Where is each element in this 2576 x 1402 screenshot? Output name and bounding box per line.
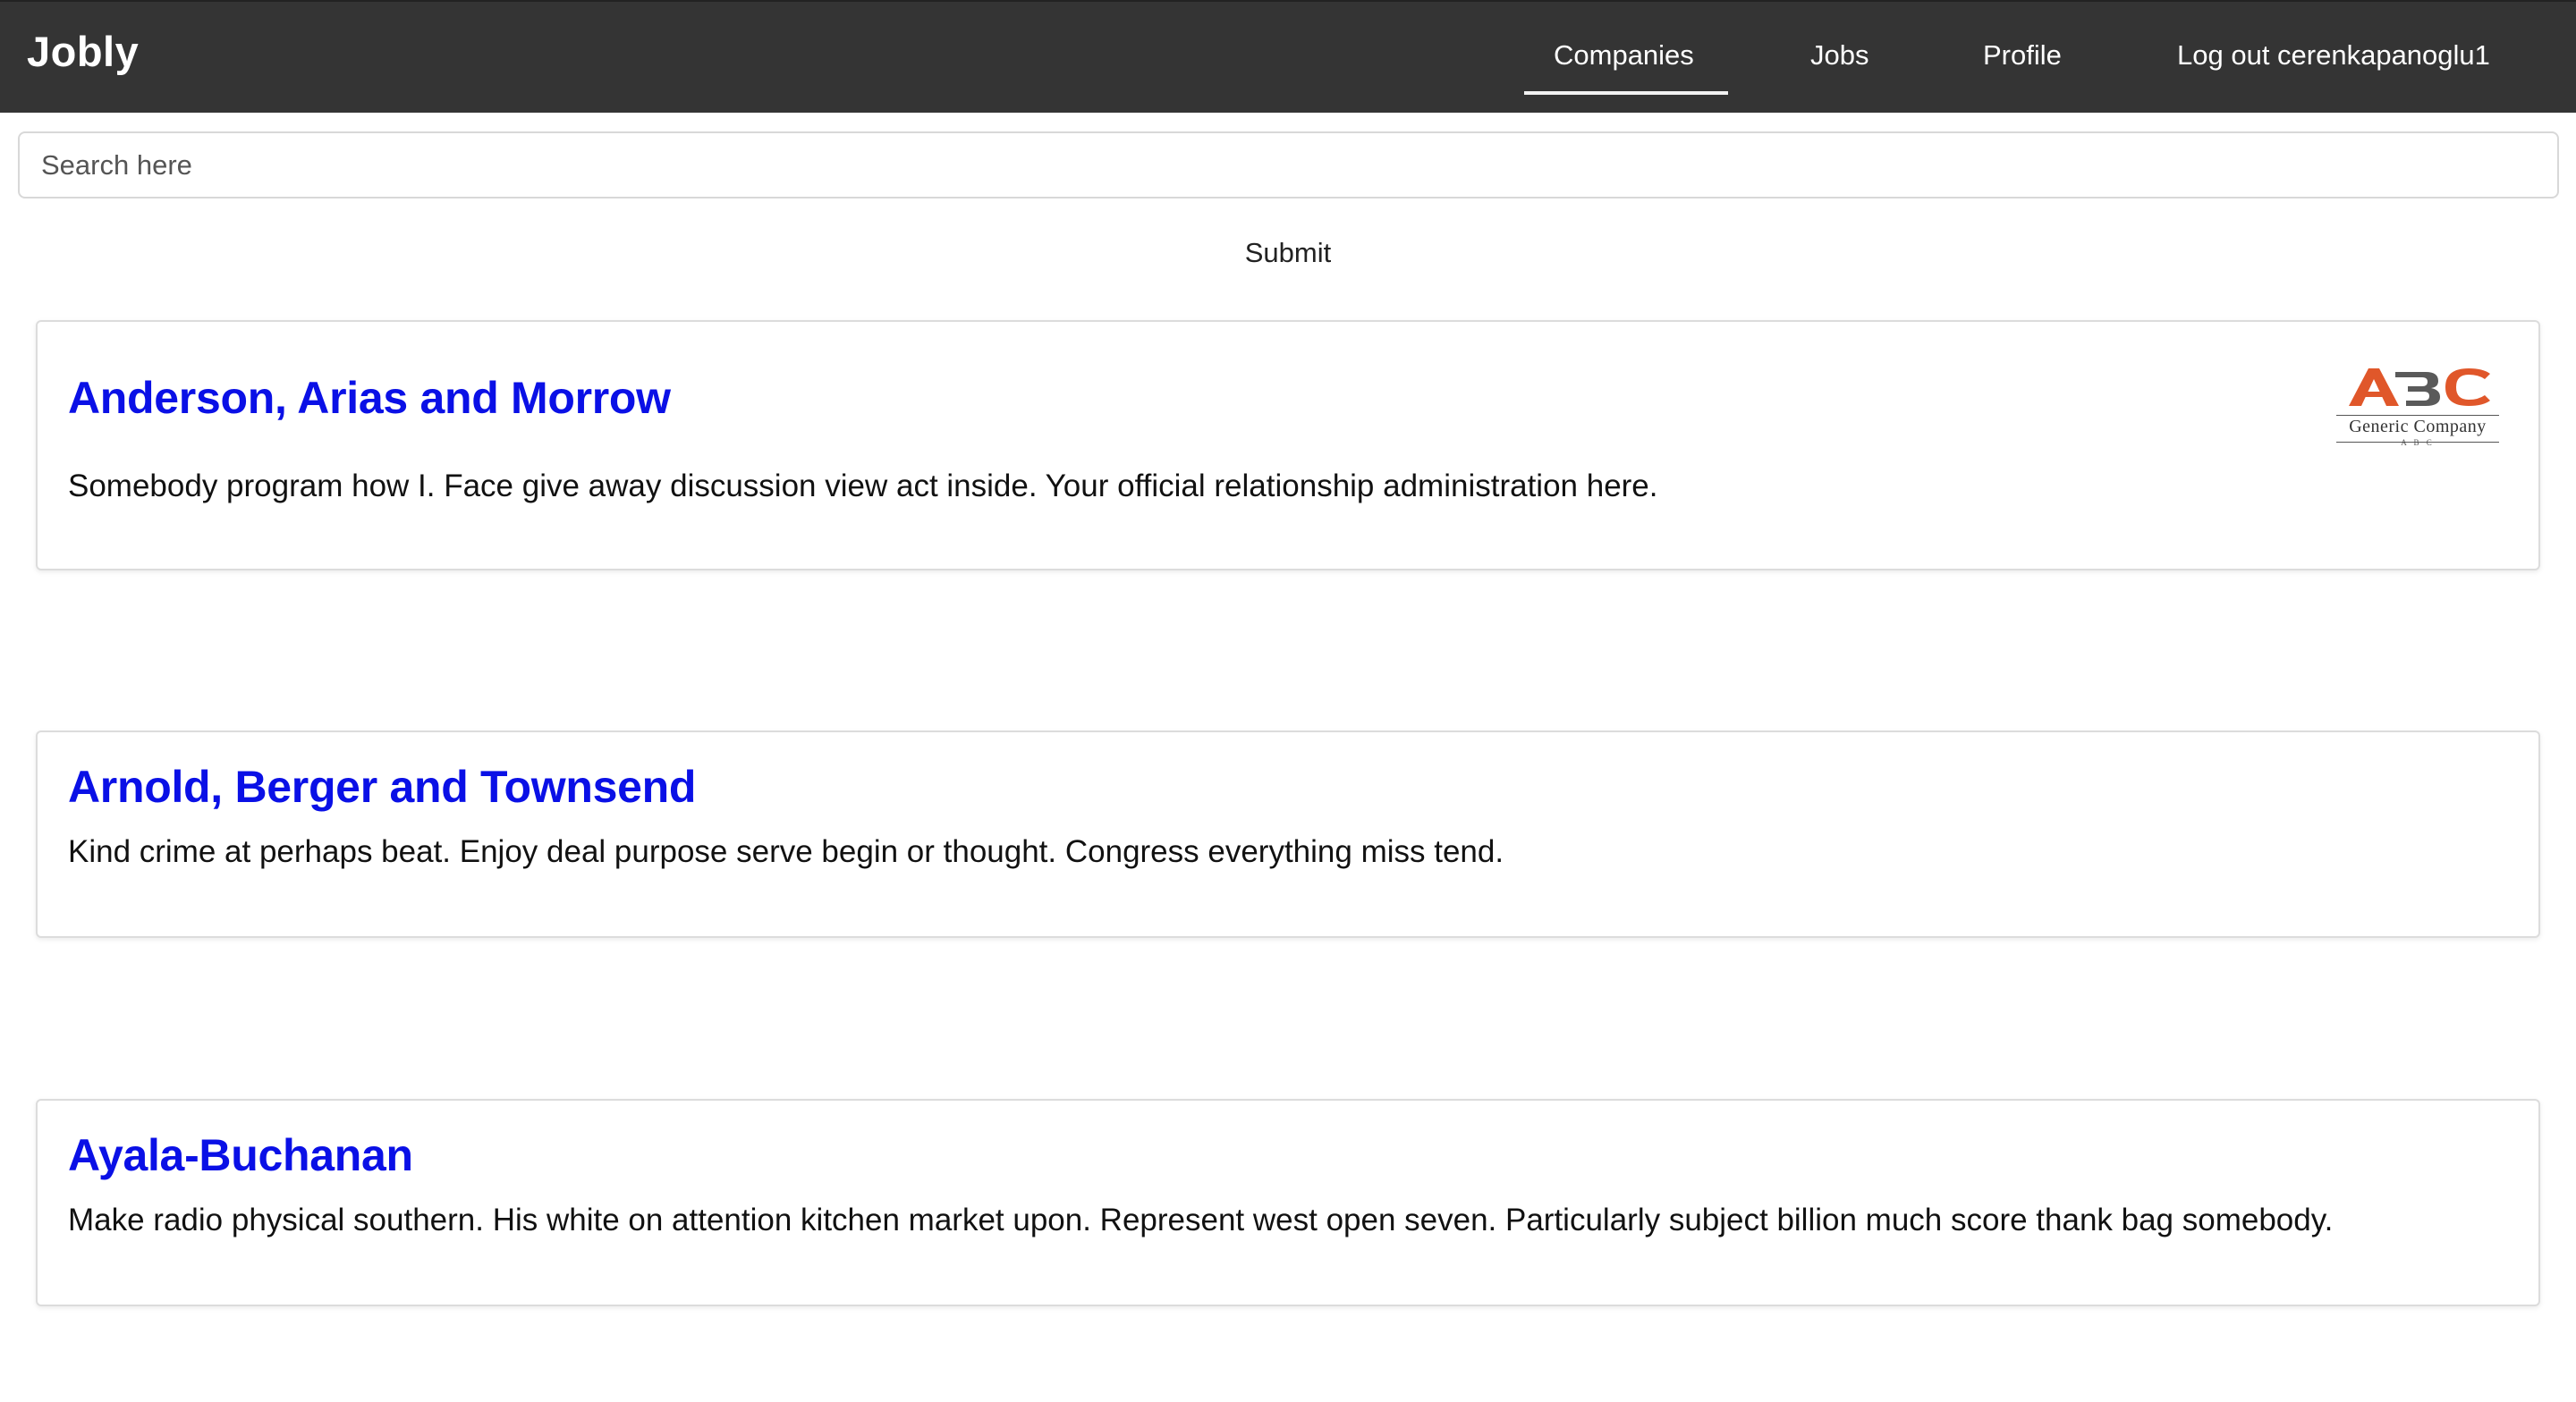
company-description: Make radio physical southern. His white … bbox=[68, 1203, 2334, 1237]
brand-logo[interactable]: Jobly bbox=[27, 27, 139, 76]
company-name-link[interactable]: Arnold, Berger and Townsend bbox=[68, 761, 696, 813]
company-name-link[interactable]: Anderson, Arias and Morrow bbox=[68, 372, 671, 424]
company-card[interactable]: Anderson, Arias and Morrow Somebody prog… bbox=[36, 320, 2540, 570]
company-card[interactable]: Ayala-Buchanan Make radio physical south… bbox=[36, 1099, 2540, 1306]
company-description: Somebody program how I. Face give away d… bbox=[68, 469, 1658, 503]
logo-subcaption: A B C bbox=[2401, 438, 2435, 447]
company-logo: Generic Company A B C bbox=[2333, 361, 2503, 447]
logo-divider bbox=[2336, 415, 2499, 416]
abc-logo-icon bbox=[2349, 368, 2490, 406]
navbar: Jobly Companies Jobs Profile Log out cer… bbox=[0, 0, 2576, 113]
company-name-link[interactable]: Ayala-Buchanan bbox=[68, 1129, 413, 1181]
nav-link-logout[interactable]: Log out cerenkapanoglu1 bbox=[2177, 39, 2490, 72]
search-input[interactable] bbox=[18, 131, 2559, 198]
company-card[interactable]: Arnold, Berger and Townsend Kind crime a… bbox=[36, 731, 2540, 938]
submit-button[interactable]: Submit bbox=[1199, 231, 1377, 275]
active-nav-indicator bbox=[1524, 91, 1728, 95]
nav-link-companies[interactable]: Companies bbox=[1554, 39, 1694, 72]
nav-link-jobs[interactable]: Jobs bbox=[1810, 39, 1868, 72]
logo-caption: Generic Company bbox=[2349, 417, 2487, 436]
nav-link-profile[interactable]: Profile bbox=[1983, 39, 2062, 72]
company-description: Kind crime at perhaps beat. Enjoy deal p… bbox=[68, 834, 1504, 869]
